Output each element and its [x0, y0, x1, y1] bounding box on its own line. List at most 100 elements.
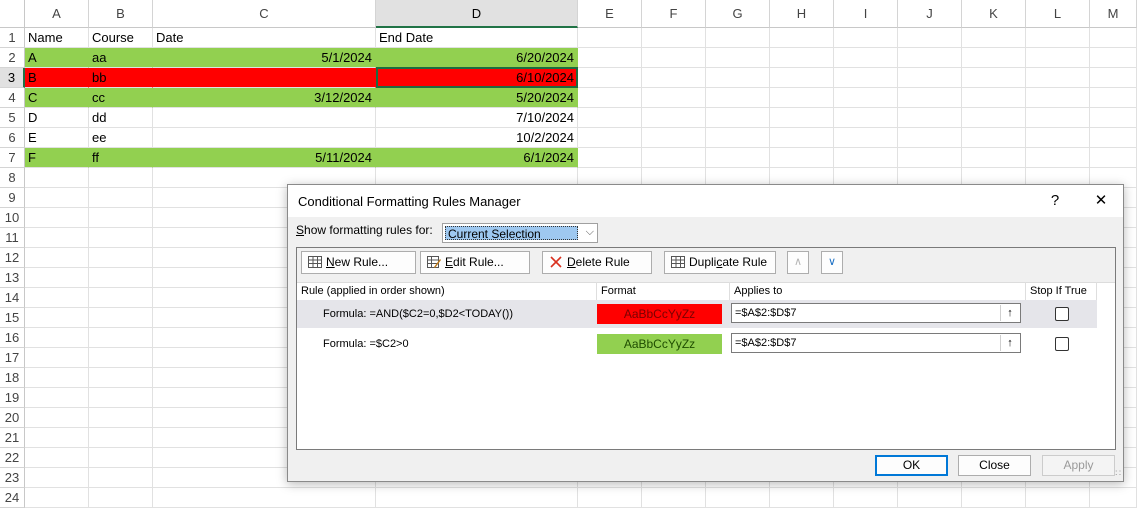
cell-i2[interactable]: [834, 48, 898, 68]
cell-h5[interactable]: [770, 108, 834, 128]
cell-c3[interactable]: [153, 68, 376, 88]
cell-m6[interactable]: [1090, 128, 1137, 148]
cell-m4[interactable]: [1090, 88, 1137, 108]
applies-to-field[interactable]: =$A$2:$D$7 ↑: [731, 333, 1021, 353]
cell-j24[interactable]: [898, 488, 962, 508]
cell-l4[interactable]: [1026, 88, 1090, 108]
cell-f6[interactable]: [642, 128, 706, 148]
cell-h6[interactable]: [770, 128, 834, 148]
cell-c5[interactable]: [153, 108, 376, 128]
cell-k4[interactable]: [962, 88, 1026, 108]
cell-j1[interactable]: [898, 28, 962, 48]
cell-b4[interactable]: cc: [89, 88, 153, 108]
cell-i1[interactable]: [834, 28, 898, 48]
edit-rule-button[interactable]: Edit Rule...: [420, 251, 530, 274]
cell-m24[interactable]: [1090, 488, 1137, 508]
row-header-16[interactable]: 16: [0, 328, 25, 348]
cell-b16[interactable]: [89, 328, 153, 348]
cell-d6[interactable]: 10/2/2024: [376, 128, 578, 148]
cell-d7[interactable]: 6/1/2024: [376, 148, 578, 168]
cell-a24[interactable]: [25, 488, 89, 508]
cell-d24[interactable]: [376, 488, 578, 508]
cell-b6[interactable]: ee: [89, 128, 153, 148]
duplicate-rule-button[interactable]: Duplicate Rule: [664, 251, 776, 274]
cell-b19[interactable]: [89, 388, 153, 408]
cell-b2[interactable]: aa: [89, 48, 153, 68]
cell-c1[interactable]: Date: [153, 28, 376, 48]
cell-b18[interactable]: [89, 368, 153, 388]
row-header-8[interactable]: 8: [0, 168, 25, 188]
cell-a2[interactable]: A: [25, 48, 89, 68]
row-header-18[interactable]: 18: [0, 368, 25, 388]
new-rule-button[interactable]: New Rule...: [301, 251, 416, 274]
cell-b17[interactable]: [89, 348, 153, 368]
cell-d2[interactable]: 6/20/2024: [376, 48, 578, 68]
cell-e24[interactable]: [578, 488, 642, 508]
cell-f2[interactable]: [642, 48, 706, 68]
cell-f24[interactable]: [642, 488, 706, 508]
rule-row-1[interactable]: Formula: =AND($C2=0,$D2<TODAY()) AaBbCcY…: [297, 300, 1097, 328]
cell-b13[interactable]: [89, 268, 153, 288]
cell-l5[interactable]: [1026, 108, 1090, 128]
column-header-a[interactable]: A: [25, 0, 89, 28]
delete-rule-button[interactable]: Delete Rule: [542, 251, 652, 274]
cell-k1[interactable]: [962, 28, 1026, 48]
cell-g7[interactable]: [706, 148, 770, 168]
column-header-g[interactable]: G: [706, 0, 770, 28]
cell-h7[interactable]: [770, 148, 834, 168]
column-header-m[interactable]: M: [1090, 0, 1137, 28]
cell-m5[interactable]: [1090, 108, 1137, 128]
row-header-11[interactable]: 11: [0, 228, 25, 248]
cell-a8[interactable]: [25, 168, 89, 188]
row-header-4[interactable]: 4: [0, 88, 25, 108]
cell-b23[interactable]: [89, 468, 153, 488]
column-header-k[interactable]: K: [962, 0, 1026, 28]
applies-to-field[interactable]: =$A$2:$D$7 ↑: [731, 303, 1021, 323]
cell-l7[interactable]: [1026, 148, 1090, 168]
cell-j5[interactable]: [898, 108, 962, 128]
cell-g4[interactable]: [706, 88, 770, 108]
cell-a15[interactable]: [25, 308, 89, 328]
cell-j7[interactable]: [898, 148, 962, 168]
cell-g3[interactable]: [706, 68, 770, 88]
cell-a22[interactable]: [25, 448, 89, 468]
cell-e4[interactable]: [578, 88, 642, 108]
cell-a11[interactable]: [25, 228, 89, 248]
column-header-h[interactable]: H: [770, 0, 834, 28]
cell-b5[interactable]: dd: [89, 108, 153, 128]
cell-c2[interactable]: 5/1/2024: [153, 48, 376, 68]
cell-a19[interactable]: [25, 388, 89, 408]
cell-b24[interactable]: [89, 488, 153, 508]
row-header-20[interactable]: 20: [0, 408, 25, 428]
row-header-6[interactable]: 6: [0, 128, 25, 148]
cell-e6[interactable]: [578, 128, 642, 148]
cell-b20[interactable]: [89, 408, 153, 428]
cell-a13[interactable]: [25, 268, 89, 288]
column-header-e[interactable]: E: [578, 0, 642, 28]
cell-b11[interactable]: [89, 228, 153, 248]
row-header-10[interactable]: 10: [0, 208, 25, 228]
row-header-24[interactable]: 24: [0, 488, 25, 508]
cell-k6[interactable]: [962, 128, 1026, 148]
cell-i4[interactable]: [834, 88, 898, 108]
cell-b14[interactable]: [89, 288, 153, 308]
rule-row-2[interactable]: Formula: =$C2>0 AaBbCcYyZz =$A$2:$D$7 ↑: [297, 330, 1097, 358]
cell-m1[interactable]: [1090, 28, 1137, 48]
cell-j6[interactable]: [898, 128, 962, 148]
row-header-7[interactable]: 7: [0, 148, 25, 168]
cell-m7[interactable]: [1090, 148, 1137, 168]
cell-a3[interactable]: B: [25, 68, 89, 88]
cell-a6[interactable]: E: [25, 128, 89, 148]
row-header-22[interactable]: 22: [0, 448, 25, 468]
cell-f1[interactable]: [642, 28, 706, 48]
cell-l24[interactable]: [1026, 488, 1090, 508]
row-header-17[interactable]: 17: [0, 348, 25, 368]
cell-g5[interactable]: [706, 108, 770, 128]
cell-k3[interactable]: [962, 68, 1026, 88]
resize-grip-icon[interactable]: ∷: [1115, 468, 1121, 479]
column-header-b[interactable]: B: [89, 0, 153, 28]
row-header-13[interactable]: 13: [0, 268, 25, 288]
ok-button[interactable]: OK: [875, 455, 948, 476]
column-header-f[interactable]: F: [642, 0, 706, 28]
row-header-3[interactable]: 3: [0, 68, 25, 88]
